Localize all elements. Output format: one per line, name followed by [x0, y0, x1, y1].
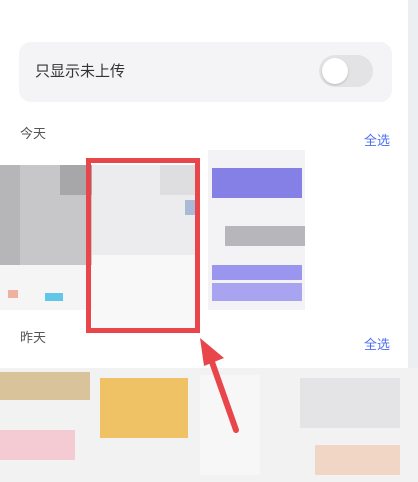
photo-thumb[interactable] — [300, 378, 400, 428]
photo-thumb[interactable] — [0, 372, 90, 400]
photo-thumb-band — [212, 168, 302, 198]
select-all-yesterday-button[interactable]: 全选 — [364, 334, 390, 353]
highlight-box — [86, 158, 200, 333]
photo-thumb[interactable] — [100, 378, 188, 438]
photo-thumb-dot — [45, 293, 63, 301]
photo-thumb-dot — [8, 290, 18, 298]
section-title-yesterday: 昨天 — [20, 331, 47, 346]
only-unuploaded-switch[interactable] — [319, 55, 373, 87]
photo-thumb-shade — [0, 430, 75, 460]
photo-thumb-band — [225, 226, 305, 246]
switch-knob — [322, 58, 348, 84]
photo-thumb-shade — [315, 445, 400, 475]
photo-thumb-band — [212, 265, 302, 280]
photo-thumb-strip — [0, 265, 92, 310]
section-title-today: 今天 — [20, 127, 47, 142]
photo-thumb-band — [212, 283, 302, 301]
only-unuploaded-row[interactable]: 只显示未上传 — [19, 42, 392, 102]
photo-thumb-shade — [0, 165, 20, 265]
photo-thumb[interactable] — [200, 375, 260, 475]
select-all-today-button[interactable]: 全选 — [364, 130, 390, 149]
only-unuploaded-label: 只显示未上传 — [35, 62, 126, 80]
